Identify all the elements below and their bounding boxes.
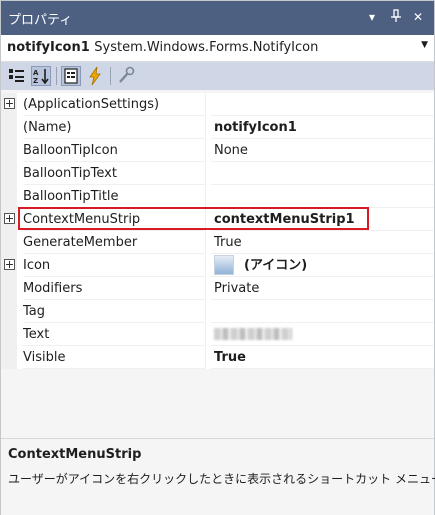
- redacted-text: [214, 327, 292, 340]
- property-value[interactable]: True: [211, 346, 434, 369]
- toolbar-separator: [56, 67, 57, 85]
- property-value[interactable]: contextMenuStrip1: [211, 208, 434, 231]
- title-bar: プロパティ ▾ ✕: [1, 1, 434, 35]
- property-name: (ApplicationSettings): [23, 93, 206, 116]
- close-icon[interactable]: ✕: [413, 9, 423, 25]
- property-pages-icon[interactable]: [116, 66, 136, 86]
- property-value[interactable]: None: [211, 139, 434, 162]
- pin-icon[interactable]: [390, 9, 402, 27]
- property-row[interactable]: Visible True: [1, 346, 434, 369]
- property-value[interactable]: [211, 300, 434, 323]
- property-value[interactable]: True: [211, 231, 434, 254]
- object-selector[interactable]: notifyIcon1 System.Windows.Forms.NotifyI…: [1, 35, 434, 62]
- property-name: BalloonTipText: [23, 162, 206, 185]
- property-value[interactable]: [211, 93, 434, 116]
- property-value[interactable]: notifyIcon1: [211, 116, 434, 139]
- property-name: Tag: [23, 300, 206, 323]
- categorized-icon[interactable]: [7, 66, 27, 86]
- properties-toolbar: A Z: [1, 62, 434, 90]
- toolbar-separator: [110, 67, 111, 85]
- alphabetical-icon[interactable]: A Z: [31, 66, 51, 86]
- property-value-icon[interactable]: (アイコン): [211, 254, 434, 277]
- property-name: Text: [23, 323, 206, 346]
- description-panel: ContextMenuStrip ユーザーがアイコンを右クリックしたときに表示さ…: [1, 438, 435, 515]
- svg-text:Z: Z: [33, 77, 38, 85]
- property-grid: (ApplicationSettings) (Name) notifyIcon1…: [1, 93, 434, 369]
- property-row[interactable]: Text: [1, 323, 434, 346]
- property-row[interactable]: (ApplicationSettings): [1, 93, 434, 116]
- window-title: プロパティ: [8, 13, 73, 28]
- property-name: Visible: [23, 346, 206, 369]
- property-name: BalloonTipIcon: [23, 139, 206, 162]
- object-type: System.Windows.Forms.NotifyIcon: [94, 40, 319, 55]
- property-row[interactable]: GenerateMember True: [1, 231, 434, 254]
- property-name: Icon: [23, 254, 206, 277]
- expand-icon[interactable]: [4, 98, 15, 109]
- properties-icon[interactable]: [61, 66, 81, 86]
- property-value[interactable]: [211, 162, 434, 185]
- property-row[interactable]: (Name) notifyIcon1: [1, 116, 434, 139]
- expand-icon[interactable]: [4, 213, 15, 224]
- property-name: BalloonTipTitle: [23, 185, 206, 208]
- events-icon[interactable]: [85, 66, 105, 86]
- object-selector-text: notifyIcon1 System.Windows.Forms.NotifyI…: [7, 40, 318, 55]
- expand-icon[interactable]: [4, 259, 15, 270]
- object-name: notifyIcon1: [7, 40, 90, 55]
- property-row[interactable]: Icon (アイコン): [1, 254, 434, 277]
- properties-window: プロパティ ▾ ✕ notifyIcon1 System.Windows.For…: [0, 0, 435, 515]
- description-text: ユーザーがアイコンを右クリックしたときに表示されるショートカット メニュー...: [8, 472, 435, 486]
- property-value[interactable]: Private: [211, 277, 434, 300]
- property-row[interactable]: BalloonTipTitle: [1, 185, 434, 208]
- property-row[interactable]: Tag: [1, 300, 434, 323]
- property-name: ContextMenuStrip: [23, 208, 206, 231]
- property-value: (アイコン): [244, 258, 308, 273]
- property-value[interactable]: [211, 185, 434, 208]
- icon-preview: [214, 254, 234, 275]
- svg-text:A: A: [33, 69, 39, 77]
- property-name: Modifiers: [23, 277, 206, 300]
- description-title: ContextMenuStrip: [8, 447, 142, 462]
- property-name: GenerateMember: [23, 231, 206, 254]
- property-name: (Name): [23, 116, 206, 139]
- window-options-icon[interactable]: ▾: [369, 9, 375, 25]
- property-row[interactable]: BalloonTipText: [1, 162, 434, 185]
- object-selector-dropdown-icon[interactable]: ▼: [421, 40, 428, 50]
- property-value-text[interactable]: [211, 323, 434, 346]
- property-row[interactable]: BalloonTipIcon None: [1, 139, 434, 162]
- property-row[interactable]: Modifiers Private: [1, 277, 434, 300]
- property-row-context-menu-strip[interactable]: ContextMenuStrip contextMenuStrip1: [1, 208, 434, 231]
